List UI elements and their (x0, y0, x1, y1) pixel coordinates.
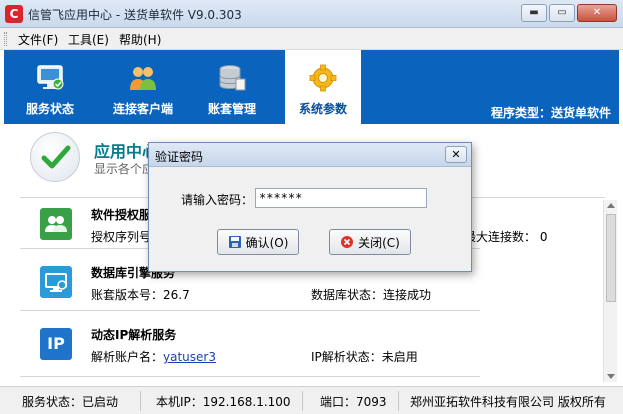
divider (302, 391, 303, 411)
status-service: 服务状态：已启动 (22, 395, 119, 409)
status-port: 端口：7093 (320, 395, 387, 409)
maximize-button[interactable]: ▭ (549, 4, 575, 22)
window-controls: ▬ ▭ ✕ (521, 4, 617, 22)
service-account: 解析账户名：yatuser3 (91, 348, 216, 365)
status-bar: 服务状态：已启动 本机IP：192.168.1.100 端口：7093 郑州亚拓… (0, 386, 623, 414)
scroll-thumb[interactable] (606, 214, 616, 302)
app-logo-icon: C (5, 5, 23, 23)
menu-help[interactable]: 帮助(H) (119, 31, 161, 48)
status-local-ip: 本机IP：192.168.1.100 (156, 395, 291, 409)
password-dialog: 验证密码 ✕ 请输入密码： ****** 确认(O) 关闭(C) (148, 142, 472, 272)
service-max-connections: 最大连接数： 0 (464, 228, 547, 245)
gear-icon (308, 64, 338, 92)
window-title: 信管飞应用中心 - 送货单软件 V9.0.303 (28, 8, 242, 22)
divider (140, 391, 141, 411)
menu-tools[interactable]: 工具(E) (68, 31, 109, 48)
close-circle-icon (341, 236, 354, 248)
dialog-titlebar: 验证密码 ✕ (149, 143, 471, 167)
cancel-button[interactable]: 关闭(C) (329, 229, 411, 255)
tab-system-params[interactable]: 系统参数 (285, 50, 361, 124)
divider (398, 391, 399, 411)
password-label: 请输入密码： (181, 193, 254, 207)
dialog-close-button[interactable]: ✕ (445, 146, 467, 163)
save-disk-icon (228, 236, 241, 248)
monitor-icon (40, 266, 72, 298)
users-icon (128, 64, 158, 92)
close-button[interactable]: ✕ (577, 4, 617, 22)
scroll-down-icon[interactable] (607, 374, 615, 379)
ip-icon: IP (40, 328, 72, 360)
service-db-status: 数据库状态：连接成功 (311, 288, 432, 302)
divider (20, 376, 480, 377)
divider (20, 310, 480, 311)
scroll-up-icon[interactable] (607, 203, 615, 208)
database-icon (217, 64, 247, 92)
tab-label: 账套管理 (207, 102, 256, 116)
status-check-icon (30, 132, 80, 182)
service-title: 动态IP解析服务 (91, 328, 177, 342)
account-label: 解析账户名： (91, 350, 164, 364)
users-icon (40, 208, 72, 240)
tab-accounts[interactable]: 账套管理 (196, 50, 268, 124)
vertical-scrollbar[interactable] (603, 200, 617, 382)
tab-label: 系统参数 (298, 102, 347, 116)
confirm-button[interactable]: 确认(O) (217, 229, 299, 255)
status-copyright: 郑州亚拓软件科技有限公司 版权所有 (410, 395, 606, 409)
max-connections-label: 最大连接数： (464, 230, 537, 244)
program-type-label: 程序类型：送货单软件 (490, 106, 611, 120)
menu-bar: 文件(F) 工具(E) 帮助(H) (0, 28, 623, 50)
password-input[interactable]: ****** (255, 188, 427, 208)
menu-grip-icon (4, 32, 7, 46)
service-dynamic-ip: IP 动态IP解析服务 解析账户名：yatuser3 IP解析状态：未启用 (20, 320, 480, 384)
tab-service-status[interactable]: 服务状态 (14, 50, 86, 124)
monitor-check-icon (35, 64, 65, 92)
tab-label: 连接客户端 (112, 102, 173, 116)
service-version: 账套版本号：26.7 (91, 288, 190, 302)
service-ip-status: IP解析状态：未启用 (311, 350, 418, 364)
nav-bar: 服务状态 连接客户端 账套管理 系统参数 程序类型：送货单软件 (4, 50, 619, 124)
dialog-title: 验证密码 (155, 150, 204, 164)
tab-clients[interactable]: 连接客户端 (100, 50, 186, 124)
minimize-button[interactable]: ▬ (521, 4, 547, 22)
menu-file[interactable]: 文件(F) (18, 31, 58, 48)
cancel-label: 关闭(C) (358, 235, 400, 250)
tab-label: 服务状态 (25, 102, 74, 116)
max-connections-value: 0 (539, 230, 548, 244)
confirm-label: 确认(O) (245, 235, 289, 250)
window-titlebar: C 信管飞应用中心 - 送货单软件 V9.0.303 ▬ ▭ ✕ (0, 0, 623, 28)
account-link[interactable]: yatuser3 (163, 350, 216, 364)
